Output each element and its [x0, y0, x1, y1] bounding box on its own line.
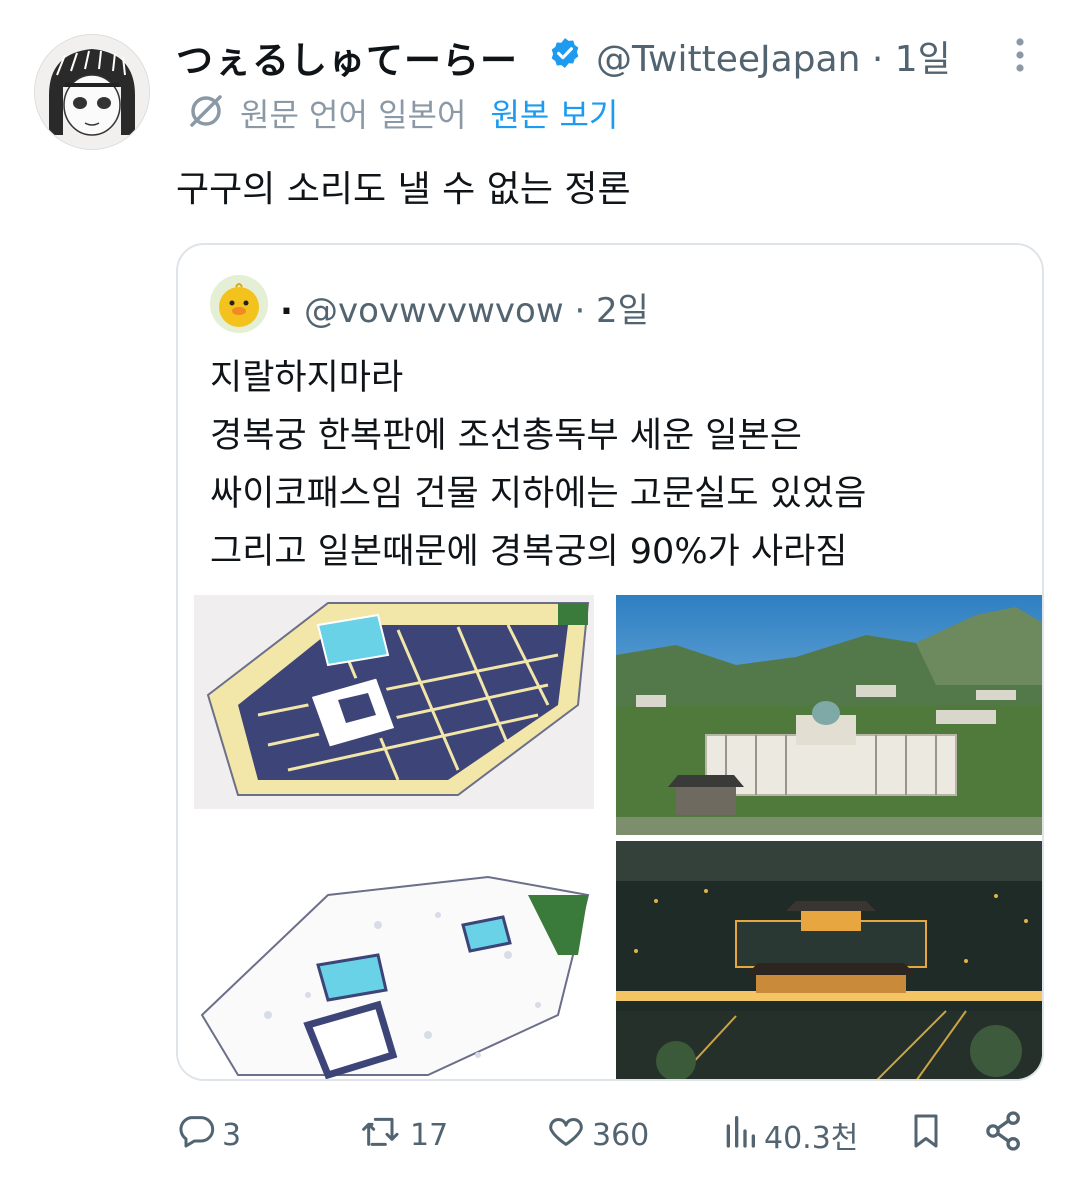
translation-language-label: 원문 언어 일본어	[240, 96, 467, 134]
author-avatar[interactable]	[34, 34, 150, 150]
reply-count: 3	[222, 1117, 242, 1153]
more-options-icon[interactable]	[1010, 36, 1030, 76]
share-icon	[982, 1109, 1026, 1161]
night-aerial-photo[interactable]	[616, 841, 1042, 1079]
quoted-display-name[interactable]: .	[280, 283, 293, 323]
quoted-author-avatar[interactable]	[210, 275, 268, 333]
like-count: 360	[592, 1117, 650, 1153]
quoted-text-line: 싸이코패스임 건물 지하에는 고문실도 있었음	[210, 474, 867, 514]
verified-badge-icon	[548, 36, 582, 70]
retweet-count: 17	[410, 1117, 449, 1153]
views-chart-icon	[722, 1111, 758, 1159]
quoted-text-line: 경복궁 한복판에 조선총독부 세운 일본은	[210, 416, 802, 456]
quoted-media-grid	[178, 595, 1042, 1079]
retweet-button[interactable]: 17	[360, 1110, 448, 1160]
quoted-tweet-card[interactable]: . @vovwvvwvow · 2일 지랄하지마라 경복궁 한복판에 조선총독부…	[176, 243, 1044, 1081]
quoted-handle-time[interactable]: @vovwvvwvow · 2일	[304, 283, 649, 332]
palace-map-image[interactable]	[178, 595, 612, 1079]
share-button[interactable]	[982, 1110, 1026, 1160]
quoted-text-line: 지랄하지마라	[210, 358, 404, 398]
translate-icon	[186, 91, 226, 135]
daytime-aerial-photo[interactable]	[616, 595, 1042, 835]
quoted-tweet-text: 지랄하지마라 경복궁 한복판에 조선총독부 세운 일본은 싸이코패스임 건물 지…	[210, 349, 866, 581]
views-button[interactable]: 40.3천	[722, 1110, 858, 1160]
retweet-icon	[360, 1111, 404, 1159]
tweet-text: 구구의 소리도 낼 수 없는 정론	[176, 169, 631, 210]
reply-button[interactable]: 3	[176, 1110, 241, 1160]
author-display-name[interactable]: つぇるしゅてーらー	[176, 30, 518, 84]
views-count: 40.3천	[764, 1121, 859, 1156]
heart-icon	[546, 1111, 586, 1159]
bookmark-button[interactable]	[906, 1110, 946, 1160]
bookmark-icon	[906, 1109, 946, 1161]
quoted-text-line: 그리고 일본때문에 경복궁의 90%가 사라짐	[210, 532, 848, 572]
show-original-link[interactable]: 원본 보기	[490, 90, 618, 136]
reply-icon	[176, 1111, 216, 1159]
tweet-action-bar: 3 17 360 40.3천	[0, 1110, 1080, 1160]
like-button[interactable]: 360	[546, 1110, 649, 1160]
author-handle-time[interactable]: @TwitteeJapan · 1일	[596, 30, 951, 82]
translation-notice: 원문 언어 일본어 원본 보기	[186, 92, 618, 134]
